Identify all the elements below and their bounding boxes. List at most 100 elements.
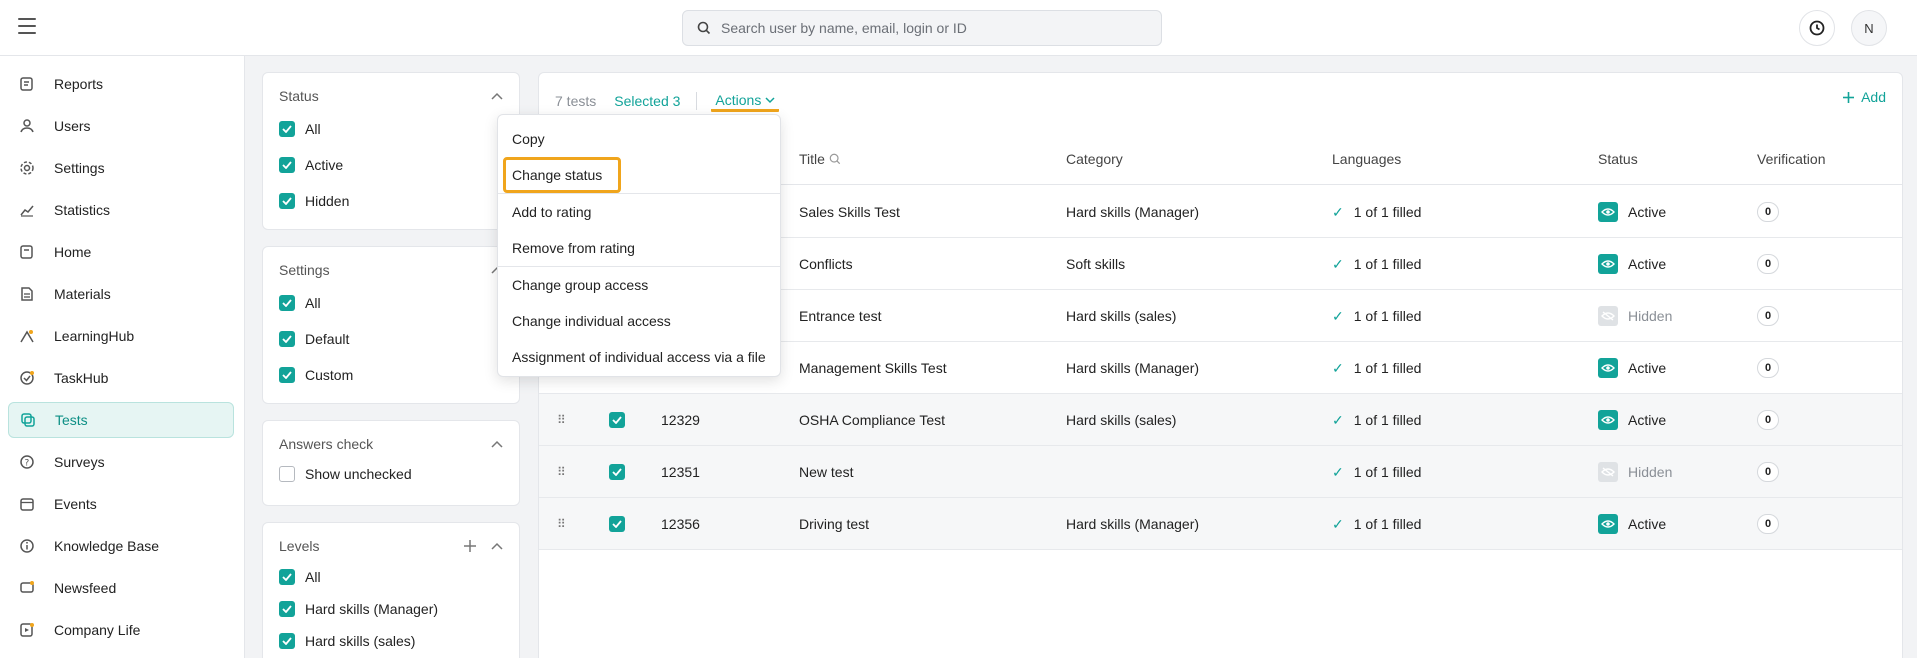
- filter-option[interactable]: Show unchecked: [279, 459, 503, 489]
- sidebar-item-reports[interactable]: Reports: [8, 66, 234, 102]
- filter-option[interactable]: Default: [279, 321, 503, 357]
- checkbox-checked[interactable]: [279, 157, 295, 173]
- eye-icon[interactable]: [1598, 254, 1618, 274]
- reports-icon: [18, 75, 36, 93]
- sidebar-item-label: Tests: [55, 412, 88, 428]
- checkbox-checked[interactable]: [609, 412, 625, 428]
- row-title[interactable]: Management Skills Test: [799, 342, 947, 394]
- chevron-up-icon[interactable]: [491, 92, 503, 100]
- row-checkbox[interactable]: [609, 446, 635, 498]
- filter-option[interactable]: Hard skills (sales): [279, 625, 503, 657]
- sidebar-item-events[interactable]: Events: [8, 486, 234, 522]
- checkbox-checked[interactable]: [279, 569, 295, 585]
- sidebar-item-learninghub[interactable]: LearningHub: [8, 318, 234, 354]
- chevron-up-icon[interactable]: [491, 440, 503, 448]
- row-title[interactable]: New test: [799, 446, 853, 498]
- column-header-languages[interactable]: Languages: [1332, 151, 1401, 167]
- column-header-verification[interactable]: Verification: [1757, 151, 1825, 167]
- gear-icon: [18, 159, 36, 177]
- filter-option[interactable]: Hard skills (Manager): [279, 593, 503, 625]
- sidebar-item-users[interactable]: Users: [8, 108, 234, 144]
- sidebar-item-surveys[interactable]: ? Surveys: [8, 444, 234, 480]
- sidebar-item-company-life[interactable]: Company Life: [8, 612, 234, 648]
- selected-count[interactable]: Selected 3: [614, 93, 680, 109]
- row-title[interactable]: Entrance test: [799, 290, 882, 342]
- status-text: Active: [1628, 412, 1667, 428]
- eye-off-icon[interactable]: [1598, 306, 1618, 326]
- checkbox-checked[interactable]: [279, 193, 295, 209]
- checkbox-checked[interactable]: [279, 121, 295, 137]
- filter-option[interactable]: Custom: [279, 357, 503, 393]
- sidebar-item-settings[interactable]: Settings: [8, 150, 234, 186]
- checkbox-checked[interactable]: [279, 633, 295, 649]
- filter-option[interactable]: All: [279, 111, 503, 147]
- checkbox-unchecked[interactable]: [279, 466, 295, 482]
- search-icon[interactable]: [829, 153, 841, 165]
- menu-item-remove-from-rating[interactable]: Remove from rating: [498, 230, 780, 266]
- filter-settings: Settings All Default Custom: [262, 246, 520, 404]
- eye-icon[interactable]: [1598, 358, 1618, 378]
- menu-item-change-group-access[interactable]: Change group access: [498, 267, 780, 303]
- sidebar-item-tests[interactable]: Tests: [8, 402, 234, 438]
- filter-option[interactable]: Hidden: [279, 183, 503, 219]
- check-icon: ✓: [1332, 463, 1344, 480]
- column-header-category[interactable]: Category: [1066, 151, 1123, 167]
- menu-item-add-to-rating[interactable]: Add to rating: [498, 194, 780, 230]
- drag-handle-icon[interactable]: ⠿: [557, 498, 566, 550]
- sidebar-item-knowledge-base[interactable]: Knowledge Base: [8, 528, 234, 564]
- row-title[interactable]: Driving test: [799, 498, 869, 550]
- sidebar-item-newsfeed[interactable]: Newsfeed: [8, 570, 234, 606]
- menu-icon[interactable]: [18, 18, 38, 38]
- checkbox-checked[interactable]: [279, 601, 295, 617]
- sidebar-item-home[interactable]: Home: [8, 234, 234, 270]
- plus-icon[interactable]: [463, 539, 477, 553]
- eye-icon[interactable]: [1598, 410, 1618, 430]
- row-checkbox[interactable]: [609, 394, 635, 446]
- sidebar-item-materials[interactable]: Materials: [8, 276, 234, 312]
- add-test-button[interactable]: Add: [1842, 89, 1886, 105]
- row-title[interactable]: OSHA Compliance Test: [799, 394, 945, 446]
- sidebar-item-label: Newsfeed: [54, 580, 117, 596]
- row-checkbox[interactable]: [609, 498, 635, 550]
- languages-text: 1 of 1 filled: [1353, 308, 1422, 324]
- eye-icon[interactable]: [1598, 202, 1618, 222]
- filter-option[interactable]: Active: [279, 147, 503, 183]
- sidebar-item-statistics[interactable]: Statistics: [8, 192, 234, 228]
- search-box[interactable]: [682, 10, 1162, 46]
- learninghub-icon: [18, 327, 36, 345]
- column-header-status[interactable]: Status: [1598, 151, 1638, 167]
- search-input[interactable]: [721, 20, 1141, 36]
- avatar[interactable]: N: [1851, 10, 1887, 46]
- status-text: Active: [1628, 204, 1667, 220]
- filter-option[interactable]: All: [279, 561, 503, 593]
- checkbox-checked[interactable]: [279, 367, 295, 383]
- row-title[interactable]: Sales Skills Test: [799, 186, 900, 238]
- filter-levels: Levels All Hard skills (Manager) Hard sk…: [262, 522, 520, 658]
- menu-item-change-individual-access[interactable]: Change individual access: [498, 303, 780, 339]
- chevron-up-icon[interactable]: [491, 542, 503, 550]
- checkbox-checked[interactable]: [279, 331, 295, 347]
- table-row[interactable]: ⠿ 12356 Driving test Hard skills (Manage…: [539, 498, 1902, 550]
- verification-badge: 0: [1757, 254, 1779, 274]
- row-title[interactable]: Conflicts: [799, 238, 853, 290]
- menu-item-copy[interactable]: Copy: [498, 121, 780, 157]
- checkbox-checked[interactable]: [609, 516, 625, 532]
- eye-icon[interactable]: [1598, 514, 1618, 534]
- row-languages: ✓ 1 of 1 filled: [1332, 498, 1421, 550]
- table-row[interactable]: ⠿ 12351 New test ✓ 1 of 1 filled Hidden 0: [539, 446, 1902, 498]
- sidebar-item-taskhub[interactable]: TaskHub: [8, 360, 234, 396]
- filter-option[interactable]: All: [279, 285, 503, 321]
- column-header-title[interactable]: Title: [799, 151, 841, 167]
- drag-handle-icon[interactable]: ⠿: [557, 446, 566, 498]
- actions-button[interactable]: Actions: [711, 90, 780, 112]
- drag-handle-icon[interactable]: ⠿: [557, 394, 566, 446]
- eye-off-icon[interactable]: [1598, 462, 1618, 482]
- menu-item-change-status[interactable]: Change status: [503, 157, 621, 193]
- checkbox-checked[interactable]: [609, 464, 625, 480]
- menu-item-assign-access-via-file[interactable]: Assignment of individual access via a fi…: [498, 339, 780, 375]
- checkbox-checked[interactable]: [279, 295, 295, 311]
- filter-option-label: Hard skills (sales): [305, 633, 416, 649]
- row-status: Hidden: [1598, 290, 1672, 342]
- history-button[interactable]: [1799, 10, 1835, 46]
- table-row[interactable]: ⠿ 12329 OSHA Compliance Test Hard skills…: [539, 394, 1902, 446]
